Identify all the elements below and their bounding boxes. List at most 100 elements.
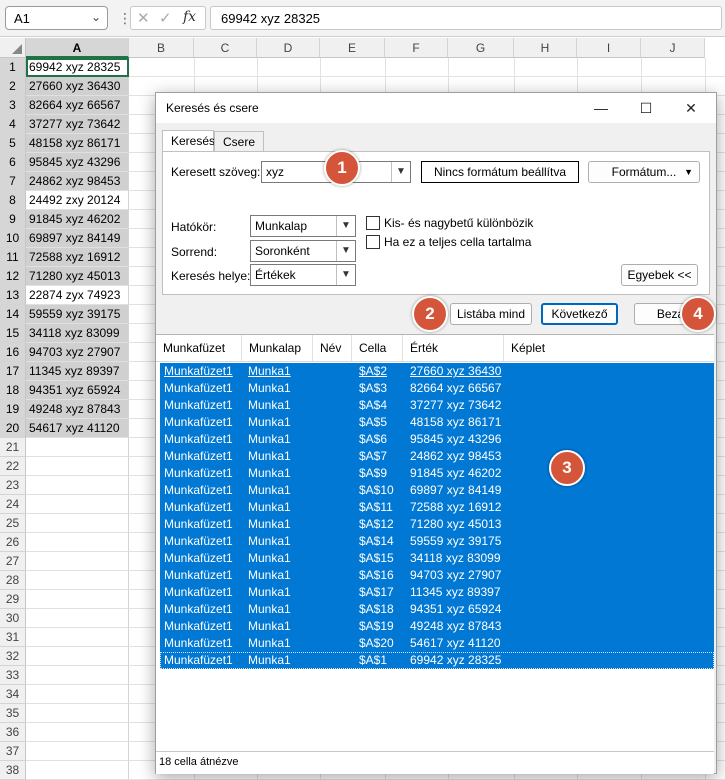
cancel-icon[interactable]: ✕: [137, 9, 150, 27]
chevron-down-icon[interactable]: ▼: [391, 162, 410, 182]
cell-a7[interactable]: 24862 xyz 98453: [26, 172, 129, 191]
result-row[interactable]: Munkafüzet1 Munka1 $A$20 54617 xyz 41120: [160, 635, 714, 652]
cell-a12[interactable]: 71280 xyz 45013: [26, 267, 129, 286]
match-case-checkbox[interactable]: [366, 216, 380, 230]
cell-a37[interactable]: [26, 742, 129, 761]
cell-a26[interactable]: [26, 533, 129, 552]
name-box[interactable]: A1 ⌄: [5, 6, 108, 30]
cell-a22[interactable]: [26, 457, 129, 476]
column-header[interactable]: C: [194, 38, 257, 58]
row-header[interactable]: 4: [0, 115, 26, 134]
row-header[interactable]: 36: [0, 723, 26, 742]
formula-input[interactable]: 69942 xyz 28325: [210, 6, 722, 30]
close-icon[interactable]: ✕: [676, 97, 706, 119]
col-header-value[interactable]: Érték: [403, 335, 504, 361]
cell-a13[interactable]: 22874 zyx 74923: [26, 286, 129, 305]
cell-a25[interactable]: [26, 514, 129, 533]
column-header[interactable]: I: [577, 38, 641, 58]
cell-a9[interactable]: 91845 xyz 46202: [26, 210, 129, 229]
tab-find[interactable]: Keresés: [162, 130, 215, 152]
row-header[interactable]: 35: [0, 704, 26, 723]
cell-a34[interactable]: [26, 685, 129, 704]
col-header-formula[interactable]: Képlet: [504, 335, 714, 361]
row-header[interactable]: 34: [0, 685, 26, 704]
result-row[interactable]: Munkafüzet1 Munka1 $A$7 24862 xyz 98453: [160, 448, 714, 465]
cell-a38[interactable]: [26, 761, 129, 780]
row-header[interactable]: 12: [0, 267, 26, 286]
find-all-button[interactable]: Listába mind: [450, 303, 532, 325]
enter-icon[interactable]: ✓: [159, 9, 172, 27]
row-header[interactable]: 28: [0, 571, 26, 590]
cell-a19[interactable]: 49248 xyz 87843: [26, 400, 129, 419]
result-row[interactable]: Munkafüzet1 Munka1 $A$2 27660 xyz 36430: [160, 363, 714, 380]
cell-a31[interactable]: [26, 628, 129, 647]
result-row[interactable]: Munkafüzet1 Munka1 $A$15 34118 xyz 83099: [160, 550, 714, 567]
cell-a35[interactable]: [26, 704, 129, 723]
chevron-down-icon[interactable]: ▼: [336, 265, 355, 285]
column-header[interactable]: F: [385, 38, 448, 58]
cell-a33[interactable]: [26, 666, 129, 685]
cell-a8[interactable]: 24492 zxy 20124: [26, 191, 129, 210]
row-header[interactable]: 20: [0, 419, 26, 438]
results-list[interactable]: Munkafüzet Munkalap Név Cella Érték Képl…: [156, 334, 714, 755]
cell-a32[interactable]: [26, 647, 129, 666]
lookin-select[interactable]: Értékek ▼: [250, 264, 356, 286]
result-row[interactable]: Munkafüzet1 Munka1 $A$14 59559 xyz 39175: [160, 533, 714, 550]
tab-replace[interactable]: Csere: [214, 131, 264, 151]
row-header[interactable]: 2: [0, 77, 26, 96]
column-header[interactable]: D: [257, 38, 320, 58]
cell-a2[interactable]: 27660 xyz 36430: [26, 77, 129, 96]
cell-a15[interactable]: 34118 xyz 83099: [26, 324, 129, 343]
column-header[interactable]: J: [641, 38, 705, 58]
row-header[interactable]: 21: [0, 438, 26, 457]
cell-a11[interactable]: 72588 xyz 16912: [26, 248, 129, 267]
row-header[interactable]: 38: [0, 761, 26, 780]
result-row[interactable]: Munkafüzet1 Munka1 $A$19 49248 xyz 87843: [160, 618, 714, 635]
column-header[interactable]: A: [26, 38, 129, 58]
row-header[interactable]: 15: [0, 324, 26, 343]
column-header[interactable]: B: [129, 38, 194, 58]
row-header[interactable]: 23: [0, 476, 26, 495]
cell-a10[interactable]: 69897 xyz 84149: [26, 229, 129, 248]
insert-function-icon[interactable]: fx: [183, 9, 196, 25]
row-header[interactable]: 8: [0, 191, 26, 210]
row-header[interactable]: 9: [0, 210, 26, 229]
row-header[interactable]: 27: [0, 552, 26, 571]
row-header[interactable]: 24: [0, 495, 26, 514]
result-row[interactable]: Munkafüzet1 Munka1 $A$10 69897 xyz 84149: [160, 482, 714, 499]
col-header-cell[interactable]: Cella: [352, 335, 403, 361]
cell-a17[interactable]: 11345 xyz 89397: [26, 362, 129, 381]
row-header[interactable]: 16: [0, 343, 26, 362]
row-header[interactable]: 13: [0, 286, 26, 305]
format-button[interactable]: Formátum... ▼: [588, 161, 700, 183]
cell-a18[interactable]: 94351 xyz 65924: [26, 381, 129, 400]
options-button[interactable]: Egyebek <<: [621, 264, 698, 286]
cell-a27[interactable]: [26, 552, 129, 571]
cell-a21[interactable]: [26, 438, 129, 457]
entire-cell-checkbox[interactable]: [366, 235, 380, 249]
row-header[interactable]: 33: [0, 666, 26, 685]
chevron-down-icon[interactable]: ▼: [336, 241, 355, 261]
cell-a6[interactable]: 95845 xyz 43296: [26, 153, 129, 172]
result-row[interactable]: Munkafüzet1 Munka1 $A$11 72588 xyz 16912: [160, 499, 714, 516]
result-row[interactable]: Munkafüzet1 Munka1 $A$18 94351 xyz 65924: [160, 601, 714, 618]
cell-a3[interactable]: 82664 xyz 66567: [26, 96, 129, 115]
row-header[interactable]: 30: [0, 609, 26, 628]
result-row[interactable]: Munkafüzet1 Munka1 $A$3 82664 xyz 66567: [160, 380, 714, 397]
cell-a28[interactable]: [26, 571, 129, 590]
col-header-book[interactable]: Munkafüzet: [156, 335, 242, 361]
result-row[interactable]: Munkafüzet1 Munka1 $A$6 95845 xyz 43296: [160, 431, 714, 448]
result-row[interactable]: Munkafüzet1 Munka1 $A$16 94703 xyz 27907: [160, 567, 714, 584]
row-header[interactable]: 22: [0, 457, 26, 476]
result-row[interactable]: Munkafüzet1 Munka1 $A$9 91845 xyz 46202: [160, 465, 714, 482]
row-header[interactable]: 29: [0, 590, 26, 609]
cell-a36[interactable]: [26, 723, 129, 742]
row-header[interactable]: 18: [0, 381, 26, 400]
chevron-down-icon[interactable]: ⌄: [91, 10, 101, 24]
result-row[interactable]: Munkafüzet1 Munka1 $A$5 48158 xyz 86171: [160, 414, 714, 431]
cell-a16[interactable]: 94703 xyz 27907: [26, 343, 129, 362]
cell-a24[interactable]: [26, 495, 129, 514]
cell-a5[interactable]: 48158 xyz 86171: [26, 134, 129, 153]
row-header[interactable]: 14: [0, 305, 26, 324]
row-header[interactable]: 31: [0, 628, 26, 647]
